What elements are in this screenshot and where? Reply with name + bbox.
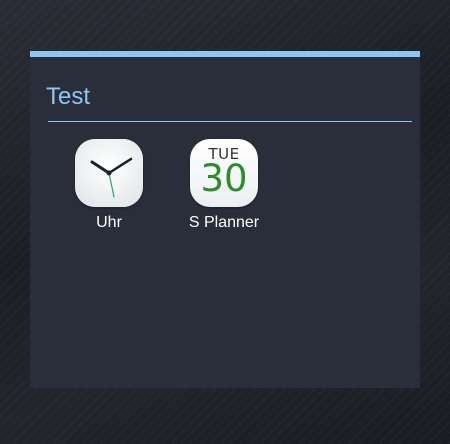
calendar-date: 30 — [200, 157, 248, 200]
app-folder-popup: Test Uhr TUE 30 S Planner — [30, 51, 420, 388]
folder-title[interactable]: Test — [46, 82, 90, 112]
app-uhr[interactable]: Uhr — [59, 139, 159, 233]
calendar-icon[interactable]: TUE 30 — [190, 139, 258, 207]
app-label-s-planner: S Planner — [188, 214, 260, 231]
folder-title-underline — [48, 121, 412, 122]
clock-icon[interactable] — [75, 139, 143, 207]
app-label-uhr: Uhr — [96, 214, 122, 231]
app-s-planner[interactable]: TUE 30 S Planner — [174, 139, 274, 233]
